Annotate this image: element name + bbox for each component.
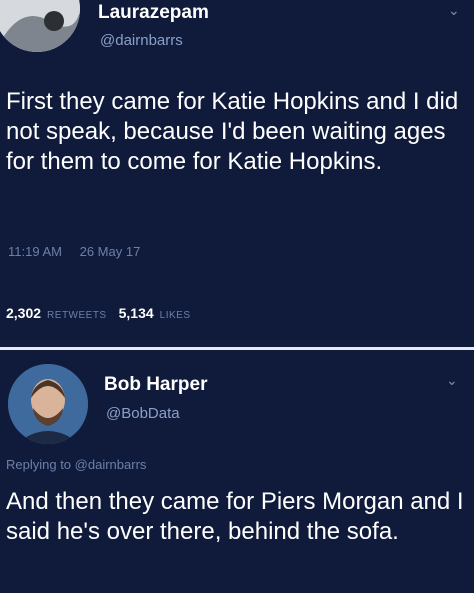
avatar-image	[0, 0, 80, 52]
chevron-down-icon[interactable]: ⌄	[446, 372, 458, 389]
avatar[interactable]	[0, 0, 80, 52]
retweet-label[interactable]: RETWEETS	[47, 310, 107, 321]
like-count[interactable]: 5,134	[119, 305, 154, 321]
replying-handle-link[interactable]: @dairnbarrs	[75, 457, 147, 472]
user-handle[interactable]: @BobData	[106, 405, 180, 422]
avatar-image	[8, 364, 88, 444]
display-name[interactable]: Bob Harper	[104, 374, 207, 396]
like-label[interactable]: LIKES	[160, 310, 191, 321]
tweet-card: Laurazepam @dairnbarrs ⌄ First they came…	[0, 0, 474, 347]
tweet-time: 11:19 AM	[8, 244, 62, 259]
tweet-card: Bob Harper @BobData ⌄ Replying to @dairn…	[0, 350, 474, 593]
replying-to: Replying to @dairnbarrs	[6, 457, 146, 472]
chevron-down-icon[interactable]: ⌄	[448, 2, 460, 19]
retweet-count[interactable]: 2,302	[6, 305, 41, 321]
tweet-text: And then they came for Piers Morgan and …	[6, 488, 464, 545]
tweet-stats: 2,302 RETWEETS 5,134 LIKES	[6, 305, 203, 321]
tweet-date: 26 May 17	[79, 244, 141, 259]
tweet-text: First they came for Katie Hopkins and I …	[6, 88, 459, 175]
user-handle[interactable]: @dairnbarrs	[100, 32, 183, 49]
tweet-timestamp: 11:19 AM 26 May 17	[8, 244, 140, 259]
display-name[interactable]: Laurazepam	[98, 2, 209, 24]
avatar[interactable]	[8, 364, 88, 444]
replying-label: Replying to	[6, 457, 72, 472]
